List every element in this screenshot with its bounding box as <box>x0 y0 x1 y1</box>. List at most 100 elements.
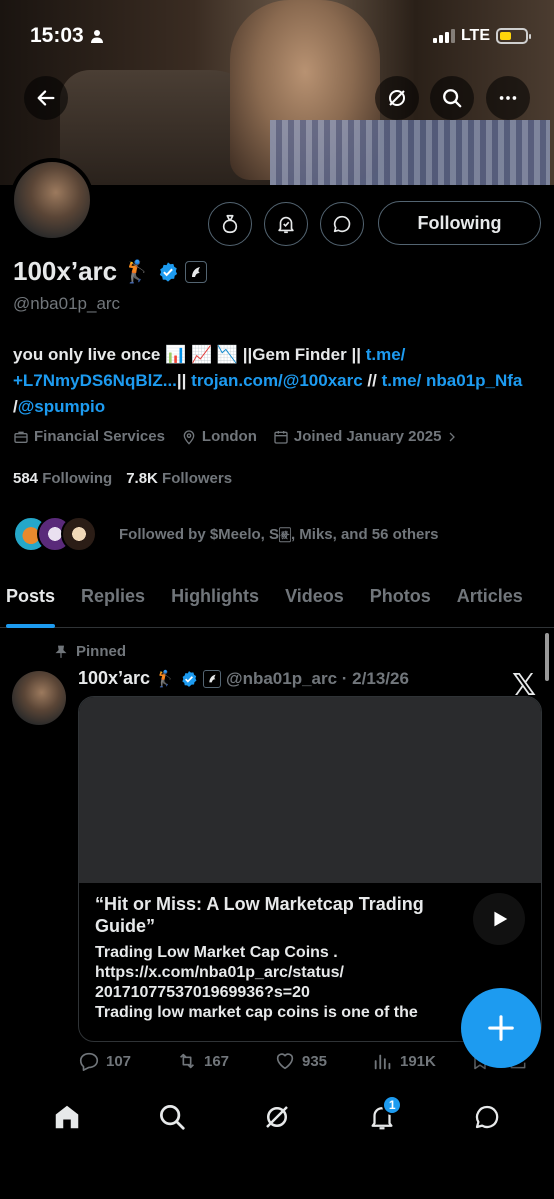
tip-button[interactable] <box>208 202 252 246</box>
back-button[interactable] <box>24 76 68 120</box>
arrow-left-icon <box>37 90 55 106</box>
money-bag-icon <box>222 214 238 234</box>
post-meta: @nba01p_arc · 2/13/26 <box>226 668 409 688</box>
bar-chart-icon <box>374 1054 391 1070</box>
bio-separator: || <box>176 371 192 390</box>
article-title: “Hit or Miss: A Low Marketcap Trading Gu… <box>95 894 424 936</box>
chevron-right-icon <box>450 432 456 441</box>
tab-articles[interactable]: Articles <box>457 578 523 628</box>
message-button[interactable] <box>320 202 364 246</box>
article-line: Trading Low Market Cap Coins . <box>95 944 338 961</box>
grok-icon <box>266 1106 288 1128</box>
repost-button[interactable]: 167 <box>176 1050 274 1072</box>
pin-icon <box>55 645 67 658</box>
status-time: 15:03 <box>30 24 104 48</box>
nav-notifications[interactable]: 1 <box>360 1095 404 1139</box>
briefcase-icon <box>14 431 28 443</box>
followers-count-link[interactable]: 7.8K Followers <box>126 470 232 487</box>
verified-badge-icon[interactable] <box>157 261 179 283</box>
article-line: Trading low market cap coins is one of t… <box>95 1004 418 1021</box>
following-count-link[interactable]: 584 Following <box>13 470 112 487</box>
grok-icon <box>389 90 405 106</box>
profile-bio: you only live once 📊 📈 📉 ||Gem Finder ||… <box>13 342 543 420</box>
compose-button[interactable] <box>461 988 541 1068</box>
heart-icon <box>276 1053 294 1070</box>
bio-mention[interactable]: @spumpio <box>18 397 105 416</box>
followers-label: Followers <box>162 470 233 487</box>
more-button[interactable] <box>486 76 530 120</box>
signal-icon <box>432 29 455 43</box>
views-button[interactable]: 191K <box>372 1050 470 1072</box>
more-icon <box>499 96 517 100</box>
grok-button[interactable] <box>375 76 419 120</box>
plus-icon <box>488 1015 514 1041</box>
location-item: London <box>181 428 257 445</box>
reply-count: 107 <box>106 1052 132 1070</box>
battery-icon <box>496 28 531 44</box>
profile-name-text: 100x’arc <box>13 256 118 286</box>
person-icon <box>90 30 103 43</box>
nav-home[interactable] <box>45 1095 89 1139</box>
status-indicators: LTE <box>432 27 531 45</box>
bio-separator: // <box>362 371 382 390</box>
bio-link-telegram-2[interactable]: t.me/ nba01p_Nfa <box>382 371 523 390</box>
play-icon <box>494 911 508 927</box>
play-button[interactable] <box>473 893 525 945</box>
profile-tabs: Posts Replies Highlights Videos Photos A… <box>0 578 554 628</box>
followers-count: 7.8K <box>126 470 158 487</box>
chat-bubble-icon <box>476 1105 499 1129</box>
like-button[interactable]: 935 <box>274 1050 372 1072</box>
followed-by[interactable]: Followed by $Meelo, S🀅, Miks, and 56 oth… <box>13 514 439 554</box>
joined-item[interactable]: Joined January 2025 <box>273 428 459 445</box>
avatar <box>61 516 97 552</box>
post-author-emoji: 🏌️ <box>155 670 175 688</box>
calendar-icon <box>274 430 288 444</box>
location-text: London <box>201 428 257 445</box>
profile-avatar[interactable] <box>10 158 94 242</box>
nav-messages[interactable] <box>465 1095 509 1139</box>
article-card[interactable]: “Hit or Miss: A Low Marketcap Trading Gu… <box>78 696 542 1042</box>
affiliate-badge-icon[interactable] <box>184 260 207 283</box>
tab-videos[interactable]: Videos <box>285 578 344 628</box>
post-author[interactable]: 100x’arc <box>78 668 150 689</box>
repost-count: 167 <box>204 1052 230 1070</box>
pinned-label: Pinned <box>54 643 126 660</box>
network-label: LTE <box>460 27 490 44</box>
nav-grok[interactable] <box>255 1095 299 1139</box>
affiliate-badge-icon <box>203 669 221 688</box>
tab-photos[interactable]: Photos <box>370 578 431 628</box>
following-count: 584 <box>13 470 39 487</box>
bell-check-icon <box>278 216 294 234</box>
bio-text: you only live once 📊 📈 📉 ||Gem Finder || <box>13 345 366 364</box>
views-count: 191K <box>400 1052 436 1070</box>
tab-highlights[interactable]: Highlights <box>171 578 259 628</box>
chat-bubble-icon <box>333 215 351 233</box>
search-icon <box>159 1105 185 1130</box>
scrollbar[interactable] <box>545 633 549 681</box>
bio-link-trojan[interactable]: trojan.com/@100xarc <box>191 371 363 390</box>
category-text: Financial Services <box>34 428 165 445</box>
reply-icon <box>79 1052 99 1071</box>
post-avatar[interactable] <box>12 671 66 725</box>
notifications-toggle-button[interactable] <box>264 202 308 246</box>
search-button[interactable] <box>430 76 474 120</box>
search-icon <box>443 89 462 108</box>
tab-replies[interactable]: Replies <box>81 578 145 628</box>
reply-button[interactable]: 107 <box>78 1050 176 1072</box>
location-pin-icon <box>183 429 195 445</box>
verified-badge-icon <box>182 670 197 687</box>
banner-image-part <box>270 120 550 185</box>
tab-posts[interactable]: Posts <box>6 578 56 628</box>
article-body: Trading Low Market Cap Coins . https://x… <box>95 943 465 1023</box>
profile-meta: Financial Services London Joined January… <box>13 428 458 445</box>
home-icon <box>55 1105 78 1129</box>
article-line: 2017107753701969936?s=20 <box>95 984 310 1001</box>
like-count: 935 <box>302 1052 328 1070</box>
pinned-text: Pinned <box>76 643 127 660</box>
joined-text: Joined January 2025 <box>293 428 442 445</box>
nav-search[interactable] <box>150 1095 194 1139</box>
status-time-text: 15:03 <box>30 24 84 47</box>
following-button[interactable]: Following <box>378 201 541 245</box>
profile-handle: @nba01p_arc <box>13 294 121 313</box>
followed-by-text: Followed by $Meelo, S🀅, Miks, and 56 oth… <box>119 525 439 543</box>
